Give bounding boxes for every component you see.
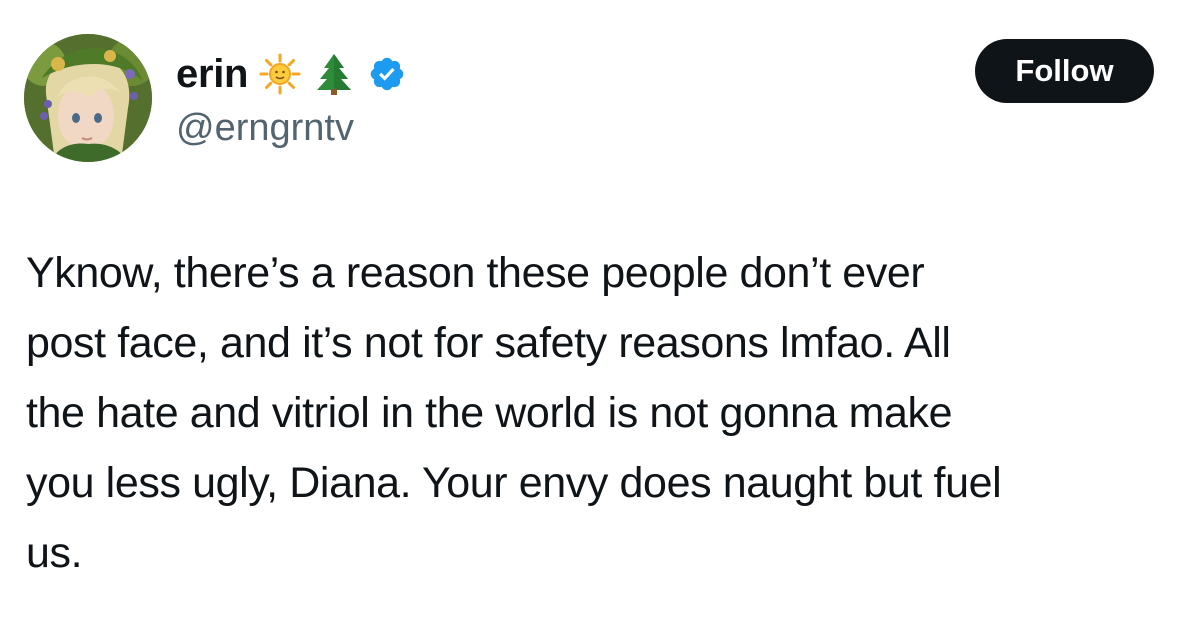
sun-emoji-icon [258, 52, 302, 96]
verified-badge-icon[interactable] [368, 55, 406, 93]
tweet-text-line: the hate and vitriol in the world is not… [26, 389, 953, 437]
tweet-text-line: Yknow, there’s a reason these people don… [26, 249, 925, 297]
tweet-text-line: post face, and it’s not for safety reaso… [26, 319, 951, 367]
tweet-text-line: you less ugly, Diana. Your envy does nau… [26, 459, 1002, 507]
display-name[interactable]: erin [176, 54, 248, 94]
avatar-portrait [24, 34, 152, 162]
author-name-row: erin [176, 44, 406, 104]
tweet-text-line: us. [26, 529, 83, 577]
evergreen-tree-emoji-icon [312, 52, 356, 96]
tweet-text: Yknow, there’s a reason these people don… [26, 238, 1176, 588]
author-handle[interactable]: @erngrntv [176, 106, 354, 150]
avatar[interactable] [24, 34, 152, 162]
follow-button[interactable]: Follow [975, 39, 1154, 103]
